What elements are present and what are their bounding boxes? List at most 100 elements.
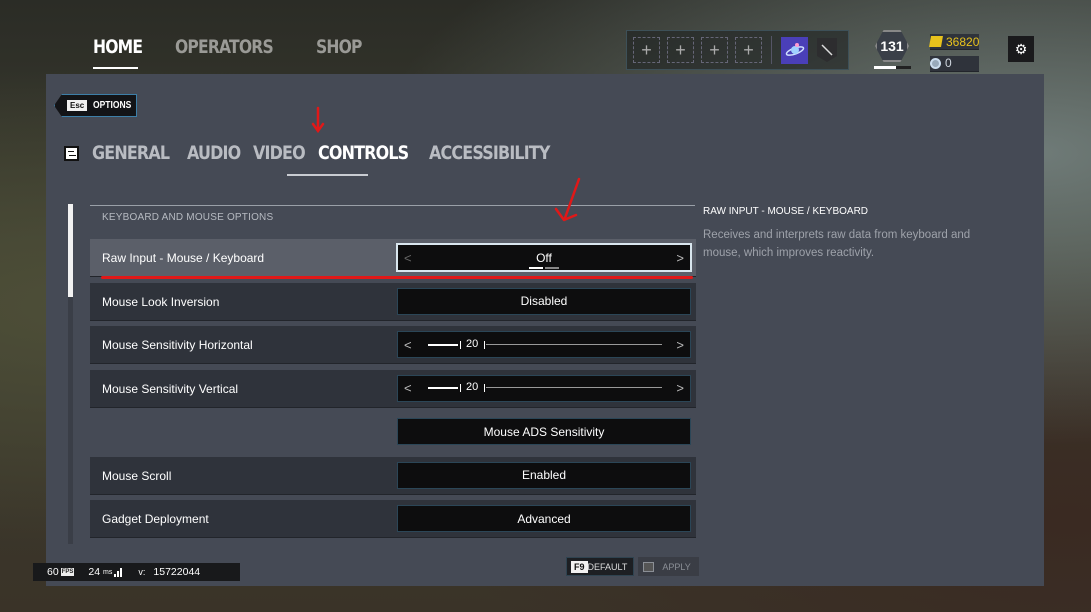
plus-icon: + (743, 39, 754, 60)
nav-operators[interactable]: OPERATORS (175, 36, 274, 64)
level-progress-fill (874, 66, 897, 69)
slider-track[interactable]: 20 (428, 337, 662, 351)
slider-track[interactable]: 20 (428, 381, 662, 394)
chevron-right-icon[interactable]: > (676, 381, 684, 396)
setting-row-gadget-deployment[interactable]: Gadget Deployment Advanced (90, 500, 696, 538)
settings-button[interactable]: ⚙ (1008, 36, 1034, 62)
slash-badge-icon[interactable] (817, 38, 837, 62)
nav-shop[interactable]: SHOP (316, 36, 362, 64)
slider-handle[interactable] (484, 384, 485, 392)
squad-slot-2[interactable]: + (667, 37, 694, 63)
version-label: v: (138, 567, 146, 577)
slider-tick (460, 384, 461, 392)
chevron-left-icon[interactable]: < (404, 250, 412, 265)
default-label: DEFAULT (587, 561, 628, 572)
apply-key-icon (643, 561, 655, 572)
plus-icon: + (675, 39, 686, 60)
selector-value: Off (536, 250, 552, 265)
annotation-arrow-raw-input (554, 177, 581, 222)
setting-label: Gadget Deployment (102, 512, 209, 526)
mouse-ads-sensitivity-button[interactable]: Mouse ADS Sensitivity (397, 418, 691, 445)
setting-label: Mouse Scroll (102, 468, 172, 483)
esc-key-icon: Esc (67, 100, 88, 111)
signal-bars-icon (114, 567, 123, 577)
performance-status-bar: 60 FPS 24 ms v: 15722044 (33, 563, 240, 581)
r6-credits-icon (930, 57, 941, 69)
nav-home[interactable]: HOME (93, 36, 143, 64)
setting-row-mouse-sensitivity-vertical[interactable]: Mouse Sensitivity Vertical < 20 > (90, 369, 696, 408)
button-value: Advanced (517, 511, 571, 526)
credits-amount: 0 (945, 56, 952, 70)
top-navigation: HOME OPERATORS SHOP (93, 36, 372, 64)
divider (771, 36, 772, 64)
setting-description: RAW INPUT - MOUSE / KEYBOARD Receives an… (703, 206, 1003, 262)
slider-tick (460, 340, 461, 349)
description-body: Receives and interprets raw data from ke… (703, 229, 971, 259)
planet-charm-icon[interactable] (781, 36, 808, 64)
squad-slot-3[interactable]: + (701, 37, 728, 63)
button-value: Enabled (521, 468, 567, 482)
button-value: Disabled (520, 294, 568, 308)
sliders-icon (64, 145, 79, 161)
mouse-sensitivity-vertical-slider[interactable]: < 20 > (397, 374, 691, 402)
back-to-options-button[interactable]: Esc OPTIONS (54, 94, 137, 117)
setting-row-mouse-sensitivity-horizontal[interactable]: Mouse Sensitivity Horizontal < 20 > (90, 326, 696, 364)
options-tabs: GENERAL AUDIO VIDEO CONTROLS ACCESSIBILI… (64, 142, 562, 164)
setting-label: Mouse Look Inversion (102, 294, 220, 309)
apply-button[interactable]: APPLY (638, 557, 699, 576)
description-title: RAW INPUT - MOUSE / KEYBOARD (703, 206, 869, 217)
gadget-deployment-button[interactable]: Advanced (397, 505, 691, 532)
setting-label: Raw Input - Mouse / Keyboard (102, 251, 265, 265)
tab-controls[interactable]: CONTROLS (318, 142, 409, 164)
slider-handle[interactable] (484, 340, 485, 349)
raw-input-selector[interactable]: < Off > (396, 243, 692, 272)
squad-slot-4[interactable]: + (735, 37, 762, 63)
gear-icon: ⚙ (1014, 40, 1028, 57)
chevron-left-icon[interactable]: < (404, 337, 412, 352)
squad-slot-1[interactable]: + (633, 37, 660, 63)
apply-label: APPLY (662, 561, 691, 572)
chevron-right-icon[interactable]: > (676, 250, 684, 265)
setting-row-raw-input[interactable]: Raw Input - Mouse / Keyboard < Off > (90, 239, 696, 277)
currency-display: 36820 0 (929, 34, 980, 77)
section-title: KEYBOARD AND MOUSE OPTIONS (102, 212, 274, 223)
section-divider (90, 205, 695, 206)
setting-label: Mouse Sensitivity Vertical (102, 381, 239, 396)
level-progress-bar (874, 66, 911, 69)
default-button[interactable]: F9 DEFAULT (566, 557, 635, 576)
mouse-look-inversion-button[interactable]: Disabled (397, 287, 691, 315)
renown-amount: 36820 (946, 34, 980, 49)
nav-active-underline (93, 67, 138, 69)
plus-icon: + (709, 39, 720, 60)
footer-actions: F9 DEFAULT APPLY (566, 557, 699, 576)
button-label: Mouse ADS Sensitivity (483, 424, 605, 439)
active-tab-underline (287, 174, 368, 176)
ping-value: 24 (88, 566, 101, 578)
ping-unit: ms (103, 568, 113, 576)
settings-list: Raw Input - Mouse / Keyboard < Off > Mou… (90, 239, 696, 544)
tab-video[interactable]: VIDEO (253, 142, 306, 164)
setting-row-mouse-scroll[interactable]: Mouse Scroll Enabled (90, 456, 696, 495)
player-level-badge[interactable]: 131 (875, 30, 909, 64)
slider-remaining (486, 343, 662, 345)
slider-value: 20 (466, 337, 479, 350)
slider-remaining (486, 387, 662, 388)
setting-row-mouse-ads: Mouse ADS Sensitivity (90, 413, 696, 451)
mouse-sensitivity-horizontal-slider[interactable]: < 20 > (397, 331, 691, 358)
annotation-arrow-controls (311, 106, 325, 134)
plus-icon: + (641, 39, 652, 60)
setting-row-mouse-look-inversion[interactable]: Mouse Look Inversion Disabled (90, 282, 696, 321)
chevron-right-icon[interactable]: > (676, 337, 684, 352)
fps-icon: FPS (60, 568, 75, 576)
mouse-scroll-button[interactable]: Enabled (397, 461, 691, 489)
tab-accessibility[interactable]: ACCESSIBILITY (429, 142, 550, 164)
annotation-underline (101, 276, 693, 279)
tab-general[interactable]: GENERAL (92, 142, 170, 164)
chevron-left-icon[interactable]: < (404, 381, 412, 396)
scrollbar-thumb[interactable] (68, 204, 73, 297)
back-label: OPTIONS (93, 100, 132, 111)
setting-label: Mouse Sensitivity Horizontal (102, 338, 253, 352)
tab-audio[interactable]: AUDIO (187, 142, 241, 164)
fps-value: 60 (47, 566, 59, 578)
slider-fill (428, 343, 458, 346)
